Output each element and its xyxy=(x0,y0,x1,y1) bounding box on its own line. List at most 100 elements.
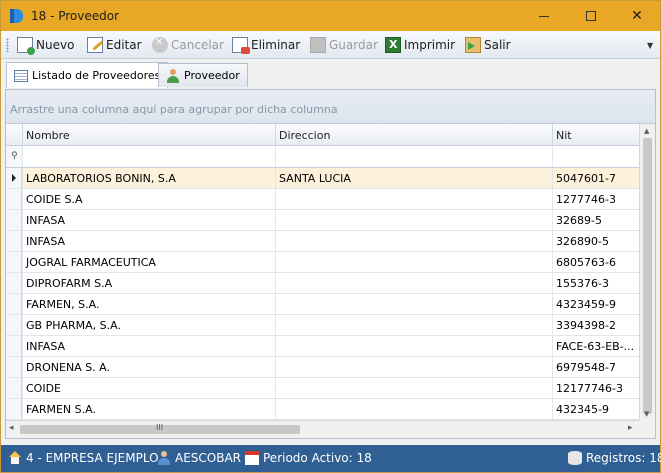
cancel-button[interactable]: Cancelar xyxy=(152,36,224,54)
row-indicator xyxy=(6,210,22,230)
column-header-direccion[interactable]: Direccion xyxy=(275,124,552,146)
status-periodo: Periodo Activo: 18 xyxy=(245,451,372,465)
row-indicator xyxy=(6,336,22,356)
cell-nombre[interactable]: JOGRAL FARMACEUTICA xyxy=(22,252,275,272)
table-row[interactable]: INFASA FACE-63-EB-... xyxy=(6,336,639,357)
table-row[interactable]: LABORATORIOS BONIN, S.A SANTA LUCIA 5047… xyxy=(6,168,639,189)
tab-listado-proveedores[interactable]: Listado de Proveedores xyxy=(6,62,169,88)
cell-nit[interactable]: 1277746-3 xyxy=(552,189,639,209)
exit-icon xyxy=(465,37,481,53)
cell-direccion[interactable] xyxy=(275,399,552,419)
table-row[interactable]: INFASA 326890-5 xyxy=(6,231,639,252)
cell-direccion[interactable] xyxy=(275,294,552,314)
row-indicator xyxy=(6,189,22,209)
cell-direccion[interactable]: SANTA LUCIA xyxy=(275,168,552,188)
new-document-icon xyxy=(17,37,35,55)
cell-nombre[interactable]: LABORATORIOS BONIN, S.A xyxy=(22,168,275,188)
group-by-panel[interactable]: Arrastre una columna aquí para agrupar p… xyxy=(6,90,655,124)
cell-nit[interactable]: FACE-63-EB-... xyxy=(552,336,639,356)
delete-button[interactable]: Eliminar xyxy=(232,36,300,54)
table-row[interactable]: DIPROFARM S.A 155376-3 xyxy=(6,273,639,294)
user-icon xyxy=(166,68,180,83)
cell-nombre[interactable]: GB PHARMA, S.A. xyxy=(22,315,275,335)
close-icon: ✕ xyxy=(631,8,643,24)
row-indicator-icon xyxy=(6,168,22,188)
delete-button-label: Eliminar xyxy=(251,38,301,52)
filter-cell-nombre[interactable] xyxy=(22,146,275,167)
cell-nombre[interactable]: FARMEN S.A. xyxy=(22,399,275,419)
cell-nombre[interactable]: FARMEN, S.A. xyxy=(22,294,275,314)
toolbar-overflow-icon[interactable]: ▼ xyxy=(647,41,653,50)
scroll-down-icon[interactable]: ▼ xyxy=(644,410,649,418)
cell-nit[interactable]: 5047601-7 xyxy=(552,168,639,188)
cell-nit[interactable]: 12177746-3 xyxy=(552,378,639,398)
table-row[interactable]: JOGRAL FARMACEUTICA 6805763-6 xyxy=(6,252,639,273)
cell-direccion[interactable] xyxy=(275,189,552,209)
cell-direccion[interactable] xyxy=(275,210,552,230)
cell-nit[interactable]: 326890-5 xyxy=(552,231,639,251)
cell-nombre[interactable]: INFASA xyxy=(22,231,275,251)
maximize-button[interactable] xyxy=(568,1,614,31)
table-row[interactable]: COIDE 12177746-3 xyxy=(6,378,639,399)
row-indicator xyxy=(6,231,22,251)
cell-direccion[interactable] xyxy=(275,336,552,356)
table-row[interactable]: FARMEN S.A. 432345-9 xyxy=(6,399,639,420)
new-button[interactable]: Nuevo xyxy=(17,36,75,55)
cell-nombre[interactable]: DIPROFARM S.A xyxy=(22,273,275,293)
cell-direccion[interactable] xyxy=(275,315,552,335)
vertical-scrollbar[interactable]: ▲ ▼ xyxy=(639,124,655,420)
close-button[interactable]: ✕ xyxy=(614,1,660,31)
vertical-scroll-thumb[interactable] xyxy=(643,138,652,414)
status-registros: Registros: 18 xyxy=(568,451,661,465)
scroll-right-icon[interactable]: ▸ xyxy=(628,423,633,433)
table-row[interactable]: DRONENA S. A. 6979548-7 xyxy=(6,357,639,378)
tab-proveedor[interactable]: Proveedor xyxy=(158,63,248,87)
cell-nombre[interactable]: COIDE S.A xyxy=(22,189,275,209)
database-icon xyxy=(568,451,582,465)
cell-nit[interactable]: 4323459-9 xyxy=(552,294,639,314)
calendar-icon xyxy=(245,451,259,465)
save-disk-icon xyxy=(310,37,326,53)
cell-nit[interactable]: 3394398-2 xyxy=(552,315,639,335)
title-bar[interactable]: 18 - Proveedor ✕ xyxy=(1,1,660,31)
cell-direccion[interactable] xyxy=(275,273,552,293)
table-row[interactable]: INFASA 32689-5 xyxy=(6,210,639,231)
table-row[interactable]: COIDE S.A 1277746-3 xyxy=(6,189,639,210)
print-button[interactable]: Imprimir xyxy=(385,36,455,54)
exit-button[interactable]: Salir xyxy=(465,36,511,54)
status-empresa-label: 4 - EMPRESA EJEMPLO xyxy=(26,451,159,465)
edit-button[interactable]: Editar xyxy=(87,36,142,54)
cell-nombre[interactable]: INFASA xyxy=(22,210,275,230)
minimize-button[interactable] xyxy=(521,1,567,31)
cell-direccion[interactable] xyxy=(275,357,552,377)
cell-direccion[interactable] xyxy=(275,252,552,272)
row-indicator xyxy=(6,252,22,272)
cell-nit[interactable]: 6979548-7 xyxy=(552,357,639,377)
horizontal-scrollbar[interactable]: ◂ III ▸ xyxy=(6,420,639,438)
table-row[interactable]: GB PHARMA, S.A. 3394398-2 xyxy=(6,315,639,336)
delete-icon xyxy=(232,37,250,54)
table-row[interactable]: FARMEN, S.A. 4323459-9 xyxy=(6,294,639,315)
cell-nit[interactable]: 432345-9 xyxy=(552,399,639,419)
toolbar-grip[interactable] xyxy=(6,38,9,52)
new-button-label: Nuevo xyxy=(36,38,75,52)
column-header-nit[interactable]: Nit xyxy=(552,124,639,146)
scroll-up-icon[interactable]: ▲ xyxy=(644,127,649,135)
cell-nit[interactable]: 32689-5 xyxy=(552,210,639,230)
save-button[interactable]: Guardar xyxy=(310,36,378,54)
cell-nombre[interactable]: INFASA xyxy=(22,336,275,356)
row-indicator xyxy=(6,399,22,419)
list-icon xyxy=(14,69,28,82)
filter-cell-direccion[interactable] xyxy=(275,146,552,167)
column-header-nombre[interactable]: Nombre xyxy=(22,124,275,146)
cell-nit[interactable]: 6805763-6 xyxy=(552,252,639,272)
cell-nit[interactable]: 155376-3 xyxy=(552,273,639,293)
filter-cell-nit[interactable] xyxy=(552,146,639,167)
cell-nombre[interactable]: DRONENA S. A. xyxy=(22,357,275,377)
cell-nombre[interactable]: COIDE xyxy=(22,378,275,398)
cell-direccion[interactable] xyxy=(275,231,552,251)
excel-print-icon xyxy=(385,37,401,53)
scroll-left-icon[interactable]: ◂ xyxy=(9,423,14,433)
cell-direccion[interactable] xyxy=(275,378,552,398)
toolbar: Nuevo Editar Cancelar Eliminar Guardar I… xyxy=(1,31,660,59)
